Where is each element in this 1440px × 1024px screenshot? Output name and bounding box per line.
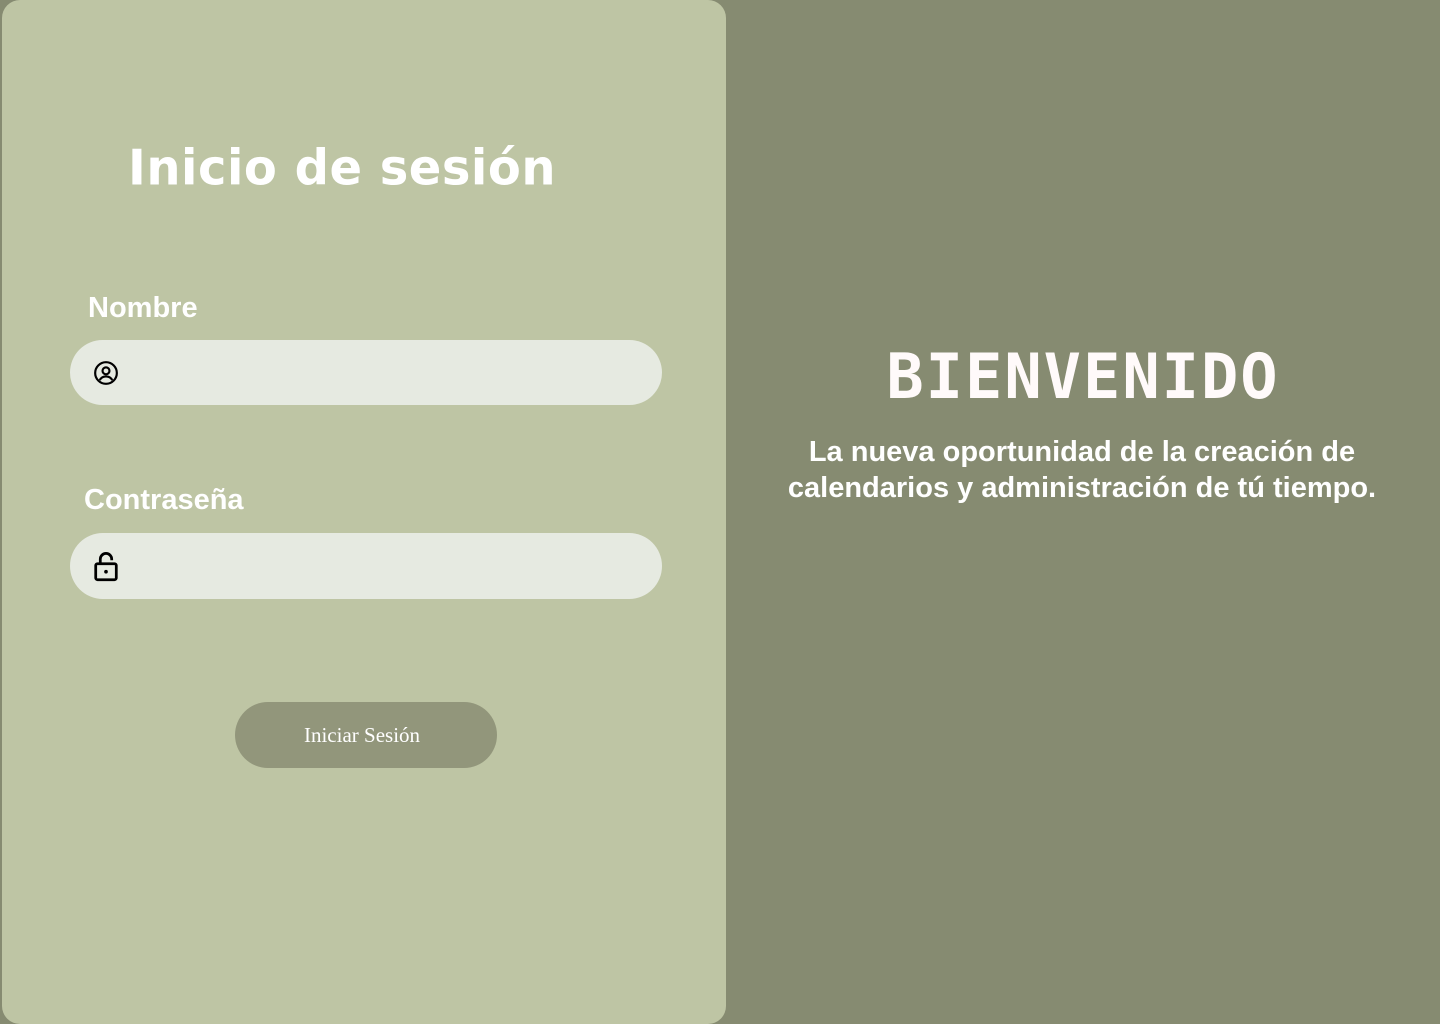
lock-icon (92, 551, 120, 582)
username-label: Nombre (88, 292, 198, 324)
login-page: Inicio de sesión Nombre Contraseña Inici… (0, 0, 1440, 1024)
welcome-title: BIENVENIDO (886, 340, 1280, 413)
login-title: Inicio de sesión (128, 139, 556, 197)
password-field[interactable] (70, 533, 662, 599)
user-circle-icon (92, 358, 120, 388)
username-input[interactable] (130, 340, 638, 405)
login-panel: Inicio de sesión Nombre Contraseña Inici… (2, 0, 726, 1024)
welcome-subtitle: La nueva oportunidad de la creación de c… (787, 436, 1377, 504)
username-field[interactable] (70, 340, 662, 405)
password-input[interactable] (130, 533, 638, 599)
password-label: Contraseña (84, 484, 244, 516)
login-button[interactable]: Iniciar Sesión (235, 702, 497, 768)
